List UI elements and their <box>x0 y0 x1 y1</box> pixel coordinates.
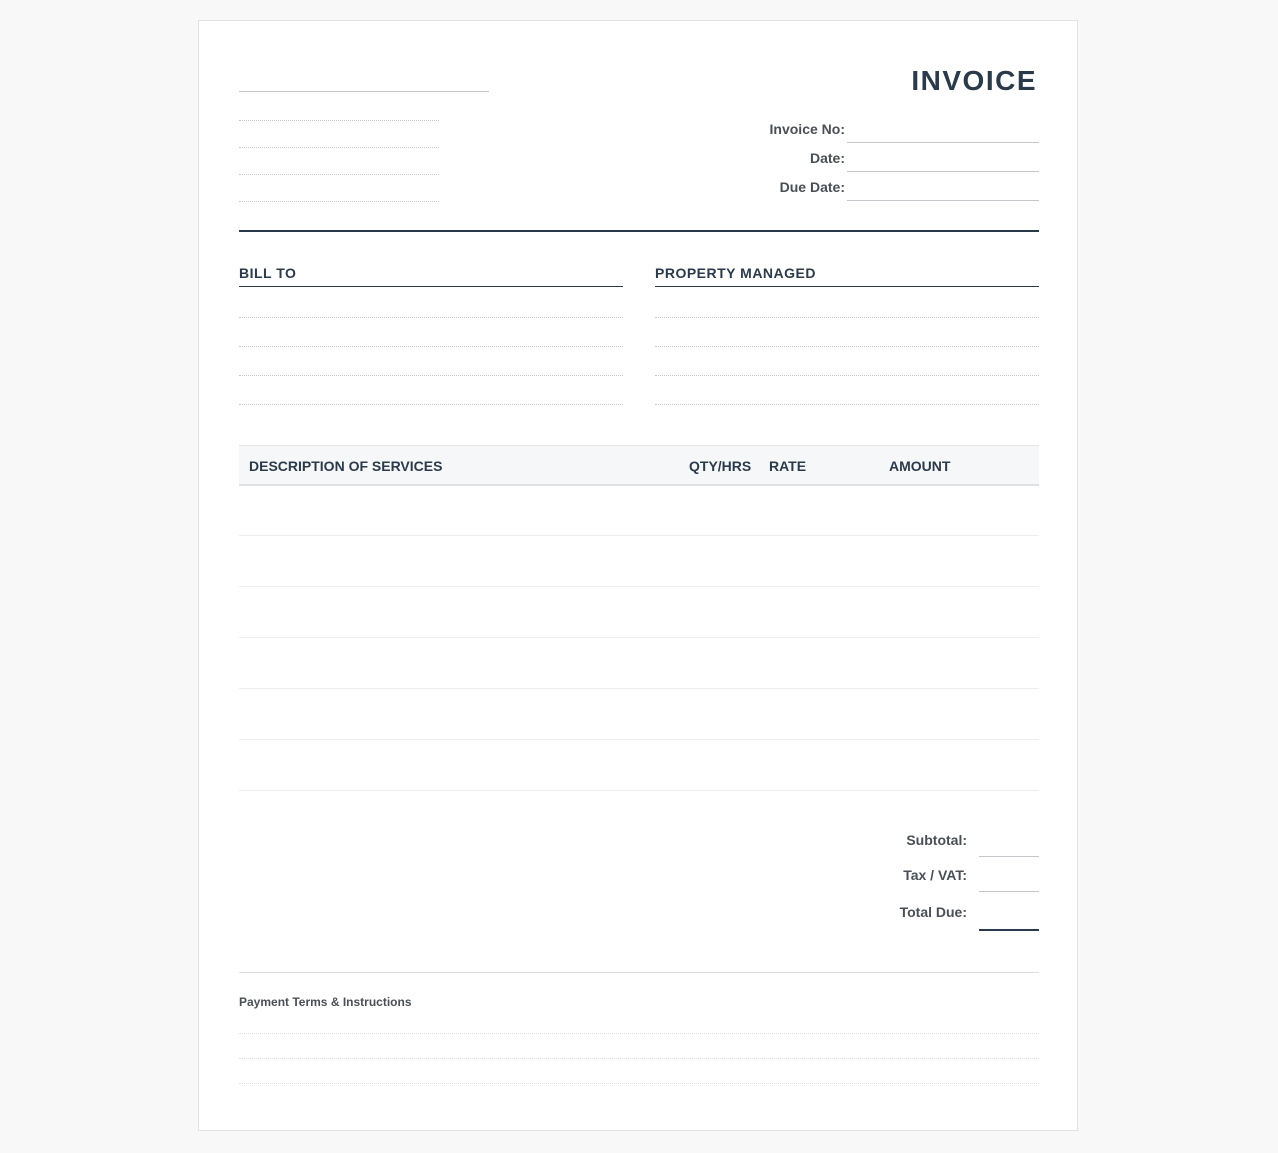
company-name-line[interactable] <box>239 91 489 92</box>
property-line[interactable] <box>655 404 1039 405</box>
header-divider <box>239 230 1039 232</box>
terms-line[interactable] <box>239 1083 1039 1084</box>
bill-to-line[interactable] <box>239 346 623 347</box>
tax-label: Tax / VAT: <box>903 867 967 883</box>
bill-to-line[interactable] <box>239 404 623 405</box>
invoice-page: INVOICE Invoice No: Date: Due Date: BILL… <box>198 20 1078 1131</box>
property-line[interactable] <box>655 317 1039 318</box>
company-address-line[interactable] <box>239 147 439 148</box>
invoice-number-label: Invoice No: <box>769 121 845 137</box>
subtotal-field[interactable] <box>979 856 1039 857</box>
table-row[interactable] <box>239 688 1039 689</box>
property-managed-heading: PROPERTY MANAGED <box>655 265 816 281</box>
due-date-field[interactable] <box>847 200 1039 201</box>
column-description: DESCRIPTION OF SERVICES <box>249 458 443 474</box>
bill-to-line[interactable] <box>239 375 623 376</box>
column-rate: RATE <box>769 458 807 474</box>
date-label: Date: <box>809 150 845 166</box>
table-row[interactable] <box>239 586 1039 587</box>
date-field[interactable] <box>847 171 1039 172</box>
property-managed-rule <box>655 286 1039 287</box>
subtotal-label: Subtotal: <box>906 832 967 848</box>
company-address-line[interactable] <box>239 174 439 175</box>
company-address-line[interactable] <box>239 201 439 202</box>
terms-line[interactable] <box>239 1033 1039 1034</box>
column-amount: AMOUNT <box>889 458 951 474</box>
terms-divider <box>239 972 1039 973</box>
due-date-label: Due Date: <box>779 179 845 195</box>
table-row[interactable] <box>239 535 1039 536</box>
table-row[interactable] <box>239 790 1039 791</box>
bill-to-heading: BILL TO <box>239 265 297 281</box>
payment-terms-label: Payment Terms & Instructions <box>239 995 412 1009</box>
total-due-field[interactable] <box>979 929 1039 931</box>
property-line[interactable] <box>655 346 1039 347</box>
tax-field[interactable] <box>979 891 1039 892</box>
invoice-title: INVOICE <box>911 65 1037 96</box>
property-line[interactable] <box>655 375 1039 376</box>
services-table-header: DESCRIPTION OF SERVICES QTY/HRS RATE AMO… <box>239 445 1039 486</box>
table-row[interactable] <box>239 739 1039 740</box>
table-row[interactable] <box>239 637 1039 638</box>
invoice-number-field[interactable] <box>847 142 1039 143</box>
bill-to-rule <box>239 286 623 287</box>
terms-line[interactable] <box>239 1058 1039 1059</box>
total-due-label: Total Due: <box>899 904 967 920</box>
bill-to-line[interactable] <box>239 317 623 318</box>
column-qty-hrs: QTY/HRS <box>689 458 752 474</box>
company-address-line[interactable] <box>239 120 439 121</box>
